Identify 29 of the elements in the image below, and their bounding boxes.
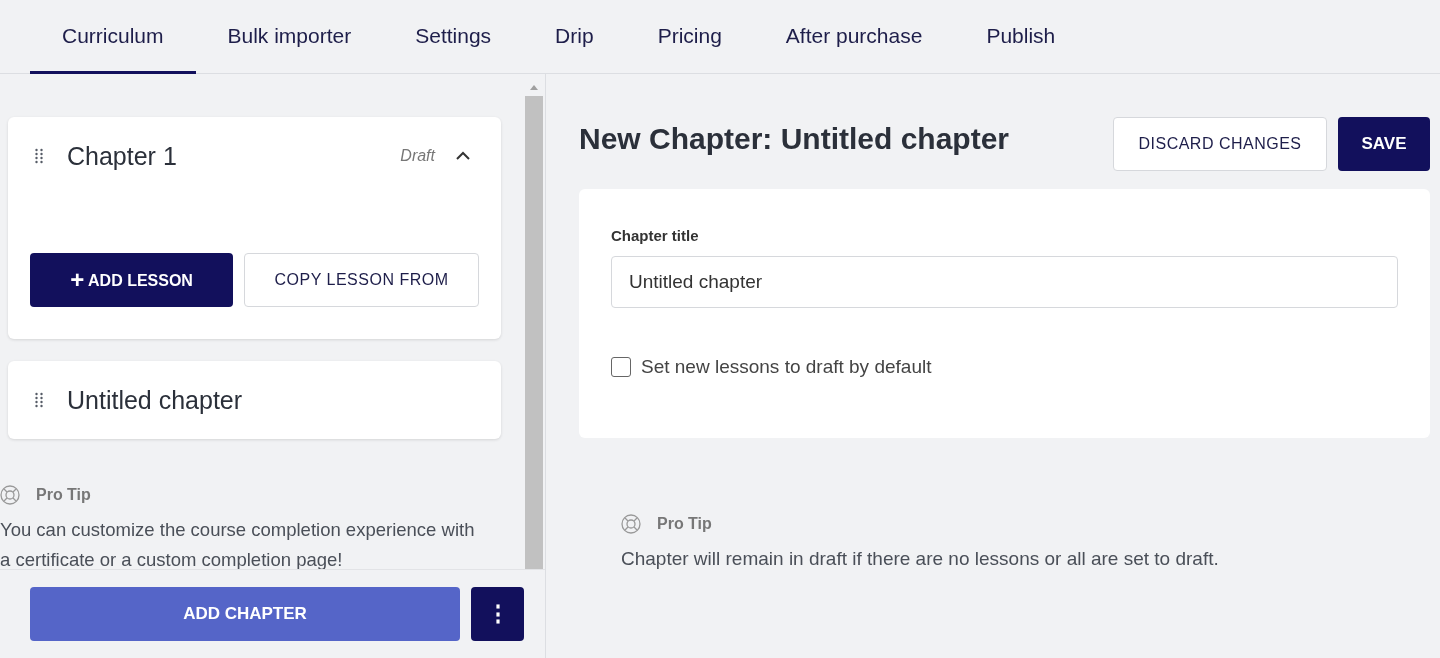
tab[interactable]: Curriculum xyxy=(30,0,196,74)
status-label: Draft xyxy=(400,147,435,165)
tab[interactable]: Pricing xyxy=(625,0,754,74)
field-label: Chapter title xyxy=(611,227,700,244)
tab[interactable]: Bulk importer xyxy=(195,0,384,74)
page-title: New Chapter: Untitled chapter xyxy=(579,122,1011,156)
lifebuoy-icon xyxy=(0,485,20,505)
tip-heading: Pro Tip xyxy=(36,486,91,504)
chapter-title: Chapter 1 xyxy=(67,141,177,171)
tab[interactable]: Settings xyxy=(383,0,524,74)
add-chapter-button[interactable]: ADD CHAPTER xyxy=(30,587,460,641)
tab[interactable]: After purchase xyxy=(753,0,955,74)
lifebuoy-icon xyxy=(621,514,641,534)
more-options-button[interactable]: ⋮ xyxy=(471,587,524,641)
save-button[interactable]: SAVE xyxy=(1338,117,1430,171)
tip-text: You can customize the course completion experience with a certificate or a custom completion page! xyxy=(0,518,476,569)
copy-lesson-button[interactable]: COPY LESSON FROM xyxy=(244,253,479,307)
discard-changes-button[interactable]: DISCARD CHANGES xyxy=(1113,117,1327,171)
tab[interactable]: Publish xyxy=(954,0,1088,74)
checkbox-label: Set new lessons to draft by default xyxy=(641,356,932,378)
drag-handle-icon[interactable] xyxy=(35,148,43,164)
chapter-title: Untitled chapter xyxy=(67,385,243,415)
tab[interactable]: Drip xyxy=(523,0,626,74)
checkbox[interactable] xyxy=(611,357,631,377)
chevron-up-icon[interactable] xyxy=(455,151,471,161)
tip-heading: Pro Tip xyxy=(657,515,712,533)
drag-handle-icon[interactable] xyxy=(35,392,43,408)
tip-text: Chapter will remain in draft if there are no lessons or all are set to draft. xyxy=(621,547,1220,571)
chapter-title-field[interactable]: Untitled chapter xyxy=(611,256,1398,308)
